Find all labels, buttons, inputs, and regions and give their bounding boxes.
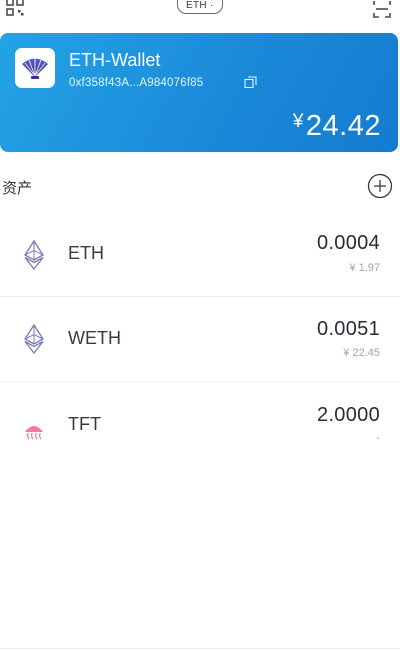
wallet-balance-value: 24.42 — [305, 110, 381, 142]
assets-header: 资产 — [0, 170, 400, 206]
asset-row-eth[interactable]: ETH 0.0004 ¥ 1.97 — [0, 212, 400, 297]
asset-symbol: TFT — [68, 414, 101, 434]
wallet-balance: ¥24.42 — [293, 105, 381, 143]
qr-code-icon[interactable] — [6, 0, 26, 16]
asset-symbol: ETH — [68, 243, 104, 263]
network-selector[interactable]: ETH · — [177, 0, 223, 14]
asset-fiat-value: ¥ 22.45 — [343, 347, 380, 359]
shell-logo-icon — [15, 48, 55, 88]
bottom-divider — [0, 648, 400, 649]
copy-icon[interactable] — [244, 76, 257, 89]
tft-token-icon — [25, 426, 43, 440]
asset-row-tft[interactable]: TFT 2.0000 - — [0, 382, 400, 467]
asset-amount: 2.0000 — [317, 404, 380, 426]
asset-fiat-value: ¥ 1.97 — [349, 262, 380, 274]
ethereum-icon — [24, 240, 44, 270]
asset-amount: 0.0004 — [317, 232, 380, 254]
wallet-card[interactable]: ETH-Wallet 0xf358f43A...A984076f85 ¥24.4… — [0, 33, 398, 152]
asset-amount: 0.0051 — [317, 318, 380, 340]
wallet-name: ETH-Wallet — [69, 50, 161, 70]
plus-circle-icon[interactable] — [367, 173, 393, 199]
ethereum-icon — [24, 324, 44, 354]
currency-symbol: ¥ — [292, 111, 304, 132]
asset-symbol: WETH — [68, 328, 121, 348]
asset-row-weth[interactable]: WETH 0.0051 ¥ 22.45 — [0, 297, 400, 382]
asset-fiat-value: - — [376, 432, 380, 444]
wallet-address: 0xf358f43A...A984076f85 — [69, 77, 204, 89]
scan-icon[interactable] — [372, 0, 392, 18]
assets-title: 资产 — [2, 180, 33, 197]
top-bar: ETH · — [0, 0, 400, 22]
